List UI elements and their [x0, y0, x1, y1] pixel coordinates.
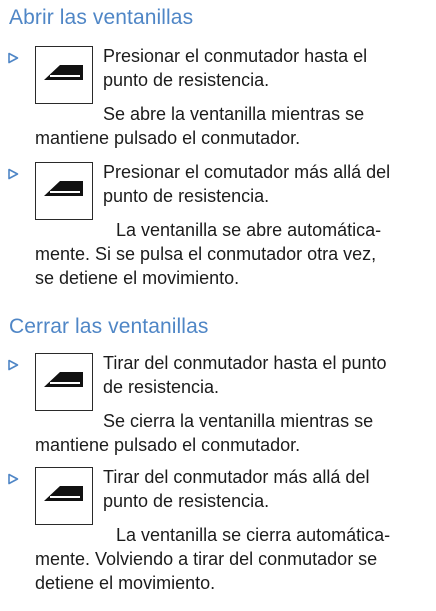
step-text: punto de resistencia. — [103, 491, 270, 511]
step-text: Presionar el comutador más allá del — [103, 162, 391, 182]
step-text: Presionar el conmutador hasta el — [103, 46, 368, 66]
triangle-bullet-icon — [7, 168, 21, 182]
window-switch-icon — [35, 467, 93, 525]
result-text: se detiene el movimiento. — [35, 268, 240, 288]
result-text: Se cierra la ventanilla mientras se — [103, 411, 374, 431]
section-title-close-windows: Cerrar las ventanillas — [9, 315, 209, 338]
step-text: Tirar del conmutador hasta el punto — [103, 353, 387, 373]
triangle-bullet-icon — [7, 359, 21, 373]
window-switch-icon — [35, 46, 93, 104]
window-switch-icon — [35, 162, 93, 220]
triangle-bullet-icon — [7, 52, 21, 66]
section-title-open-windows: Abrir las ventanillas — [9, 6, 194, 29]
result-text: La ventanilla se abre automática- — [116, 220, 382, 240]
window-switch-icon — [35, 353, 93, 411]
result-text: mente. Si se pulsa el conmutador otra ve… — [35, 244, 377, 264]
result-text: Se abre la ventanilla mientras se — [103, 104, 365, 124]
triangle-bullet-icon — [7, 473, 21, 487]
result-text: La ventanilla se cierra automática- — [116, 525, 391, 545]
result-text: detiene el movimiento. — [35, 573, 216, 593]
step-text: punto de resistencia. — [103, 70, 270, 90]
step-text: punto de resistencia. — [103, 186, 270, 206]
result-text: mantiene pulsado el conmutador. — [35, 128, 301, 148]
result-text: mente. Volviendo a tirar del conmutador … — [35, 549, 378, 569]
result-text: mantiene pulsado el conmutador. — [35, 435, 301, 455]
step-text: de resistencia. — [103, 377, 220, 397]
step-text: Tirar del conmutador más allá del — [103, 467, 370, 487]
